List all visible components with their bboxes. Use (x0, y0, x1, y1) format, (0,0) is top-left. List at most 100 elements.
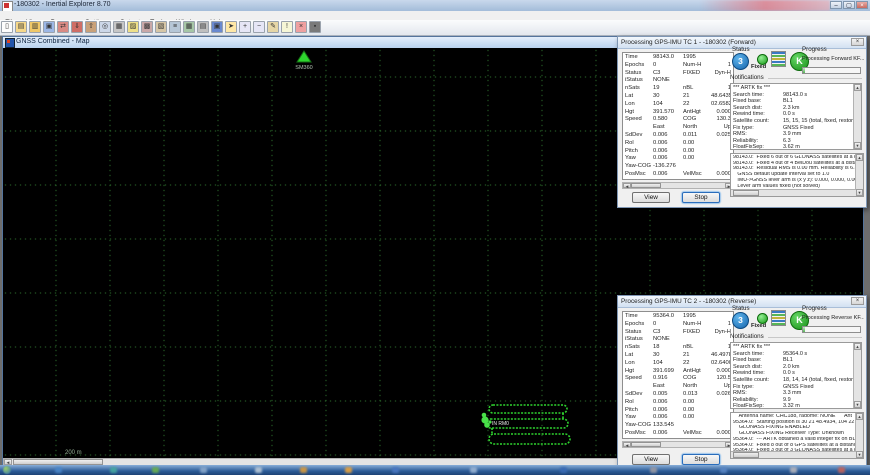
process-imu-icon[interactable]: ▩ (141, 21, 153, 33)
stats-row: PosMsc0.006 VelMsc0.000 (625, 430, 731, 438)
map-window-icon[interactable]: ▦ (183, 21, 195, 33)
map-window-title: GNSS Combined - Map (16, 38, 90, 45)
taskbar-app-icon[interactable] (470, 467, 477, 473)
dialog-title: Processing GPS-IMU TC 2 - -180302 (Rever… (621, 298, 756, 305)
stats-horizontal-scrollbar[interactable]: ◄ ► (622, 441, 734, 448)
scroll-down-icon[interactable]: ▼ (854, 142, 861, 149)
progress-label: Progress (802, 305, 827, 312)
stats-row: Pitch0.006 0.00 (625, 148, 731, 156)
toolbar: ▯▤▥▣⇄⇓⇧◎▦▨▩▧≡▦▤▣➤+−✎!×▪ (0, 20, 870, 36)
close-icon[interactable]: × (851, 38, 864, 46)
base-station-marker: SM360 (295, 51, 312, 71)
progress-label: Progress (802, 46, 827, 53)
taskbar-app-icon[interactable] (345, 467, 352, 473)
stats-row: Yaw0.006 0.00 (625, 155, 731, 163)
notification-row: FloatFixSep:3.62 m (733, 144, 853, 150)
taskbar-app-icon[interactable] (200, 467, 207, 473)
stats-row: Yaw-COG-136.276 (625, 163, 731, 171)
start-button[interactable] (3, 466, 11, 474)
taskbar-app-icon[interactable] (838, 467, 845, 473)
open-project-icon[interactable]: ▤ (15, 21, 27, 33)
desktop: -180302 - Inertial Explorer 8.70 – ▢ × F… (0, 0, 870, 475)
scroll-down-icon[interactable]: ▼ (854, 401, 861, 408)
notification-row: Search time:98143.0 s (733, 92, 853, 99)
stop-button[interactable]: Stop (682, 454, 720, 465)
taskbar-app-icon[interactable] (300, 467, 307, 473)
processing-dialog-reverse: Processing GPS-IMU TC 2 - -180302 (Rever… (617, 295, 867, 470)
progress-text: Processing Reverse KF... (802, 315, 864, 321)
taskbar-app-icon[interactable] (560, 467, 567, 473)
stop-processing-icon[interactable]: × (295, 21, 307, 33)
save-all-icon[interactable]: ▣ (211, 21, 223, 33)
plot-results-icon[interactable]: ▧ (155, 21, 167, 33)
scroll-up-icon[interactable]: ▲ (856, 154, 863, 161)
scroll-up-icon[interactable]: ▲ (854, 343, 861, 350)
taskbar-app-icon[interactable] (392, 467, 399, 473)
notifications-scrollbar[interactable]: ▲ ▼ (853, 343, 861, 408)
minimize-button[interactable]: – (830, 1, 842, 9)
taskbar-app-icon[interactable] (720, 467, 727, 473)
grid-view-icon[interactable]: ▦ (113, 21, 125, 33)
scroll-up-icon[interactable]: ▲ (856, 413, 863, 420)
stop-button[interactable]: Stop (682, 192, 720, 203)
taskbar-app-icon[interactable] (152, 467, 159, 473)
taskbar-app-icon[interactable] (650, 467, 657, 473)
stats-row: iStatusNONE (625, 77, 731, 85)
taskbar-app-icon[interactable] (55, 467, 62, 473)
maximize-button[interactable]: ▢ (843, 1, 855, 9)
windows-taskbar[interactable] (0, 465, 870, 475)
map-window-icon (5, 38, 15, 48)
notifications-scrollbar[interactable]: ▲ ▼ (853, 84, 861, 149)
scrollbar-thumb[interactable] (631, 183, 661, 188)
pointer-tool-icon[interactable]: ➤ (225, 21, 237, 33)
new-project-icon[interactable]: ▯ (1, 21, 13, 33)
convert-raw-icon[interactable]: ⇄ (57, 21, 69, 33)
notifications-label: Notifications (730, 74, 764, 81)
open-folder-icon[interactable]: ▥ (29, 21, 41, 33)
scrollbar-thumb[interactable] (733, 452, 759, 458)
zoom-in-icon[interactable]: + (239, 21, 251, 33)
log-vertical-scrollbar[interactable]: ▲ ▼ (855, 154, 863, 196)
stats-row: Epochs0 Num-H1 (625, 62, 731, 70)
dialog-title: Processing GPS-IMU TC 1 - -180302 (Forwa… (621, 39, 756, 46)
scroll-left-icon[interactable]: ◄ (623, 442, 631, 447)
notification-row: Search dist:2.3 km (733, 105, 853, 112)
stats-row: Epochs0 Num-H1 (625, 321, 731, 329)
close-icon[interactable]: × (851, 297, 864, 305)
export-wizard-icon[interactable]: ≡ (169, 21, 181, 33)
taskbar-app-icon[interactable] (255, 467, 262, 473)
window-panel-icon[interactable]: ▪ (309, 21, 321, 33)
log-horizontal-scrollbar[interactable] (731, 451, 856, 458)
zoom-out-icon[interactable]: − (253, 21, 265, 33)
highlight-tool-icon[interactable]: ! (281, 21, 293, 33)
taskbar-app-icon[interactable] (110, 467, 117, 473)
import-file-icon[interactable]: ⇧ (85, 21, 97, 33)
download-data-icon[interactable]: ⇓ (71, 21, 83, 33)
view-button[interactable]: View (632, 192, 670, 203)
window-title: -180302 - Inertial Explorer 8.70 (14, 1, 111, 8)
notification-row: Rewind time:0.0 s (733, 370, 853, 377)
scroll-down-icon[interactable]: ▼ (856, 189, 863, 196)
scrollbar-thumb[interactable] (733, 190, 759, 196)
scrollbar-thumb[interactable] (631, 442, 661, 447)
stats-horizontal-scrollbar[interactable]: ◄ ► (622, 182, 734, 189)
measure-tool-icon[interactable]: ✎ (267, 21, 279, 33)
notification-row: Reliability:6.3 (733, 138, 853, 145)
stats-row: Rol0.006 0.00 (625, 399, 731, 407)
close-button[interactable]: × (856, 1, 868, 9)
html-report-icon[interactable]: ▤ (197, 21, 209, 33)
view-raw-data-icon[interactable]: ◎ (99, 21, 111, 33)
scroll-left-icon[interactable]: ◄ (623, 183, 631, 188)
stats-row: Lon104 2202.6400 (625, 360, 731, 368)
log-vertical-scrollbar[interactable]: ▲ ▼ (855, 413, 863, 458)
log-horizontal-scrollbar[interactable] (731, 189, 856, 196)
taskbar-app-icon[interactable] (790, 467, 797, 473)
save-project-icon[interactable]: ▣ (43, 21, 55, 33)
scroll-down-icon[interactable]: ▼ (856, 451, 863, 458)
notification-row: *** ARTK fix *** (733, 344, 853, 351)
fixed-label: Fixed (751, 64, 766, 70)
process-gnss-icon[interactable]: ▨ (127, 21, 139, 33)
progress-bar (802, 326, 861, 333)
view-button[interactable]: View (632, 454, 670, 465)
scroll-up-icon[interactable]: ▲ (854, 84, 861, 91)
